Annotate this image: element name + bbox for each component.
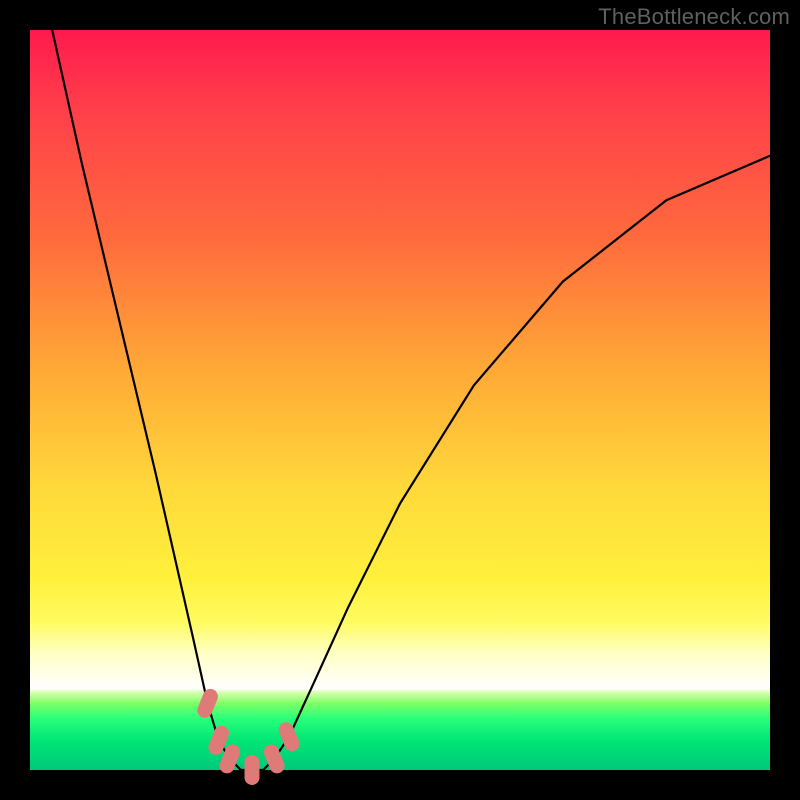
chart-stage: TheBottleneck.com xyxy=(0,0,800,800)
attribution-text: TheBottleneck.com xyxy=(598,4,790,30)
curve-svg xyxy=(30,30,770,770)
bottleneck-curve xyxy=(52,30,770,770)
curve-marker xyxy=(245,755,260,785)
curve-marker xyxy=(195,687,220,720)
plot-area xyxy=(30,30,770,770)
curve-markers xyxy=(195,687,302,785)
